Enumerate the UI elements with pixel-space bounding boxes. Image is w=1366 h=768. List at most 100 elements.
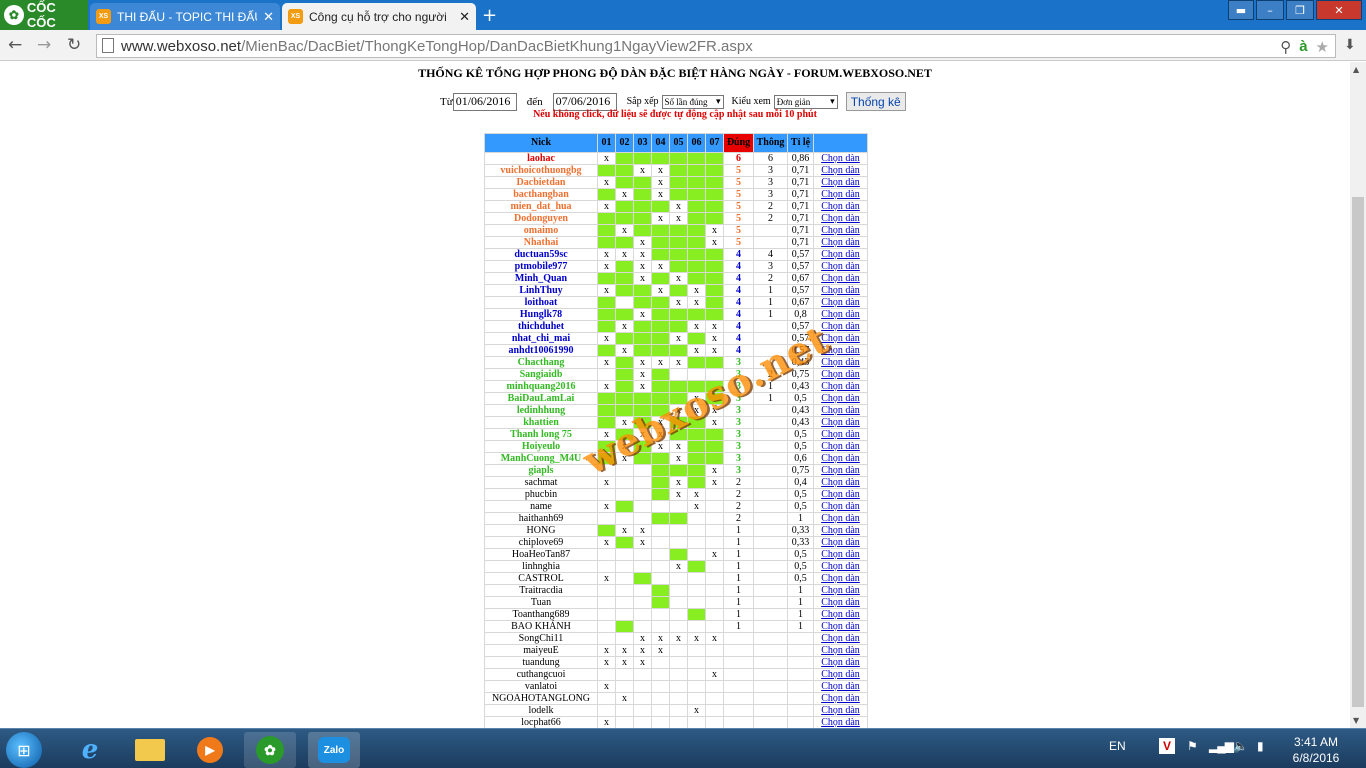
thong-cell: 2 (753, 212, 788, 225)
chon-dan-link[interactable]: Chọn dàn (813, 464, 868, 477)
chon-dan-link[interactable]: Chọn dàn (813, 620, 868, 633)
vietkey-icon[interactable]: V (1159, 738, 1175, 754)
zalo-taskbar-icon[interactable]: Zalo (308, 732, 360, 768)
back-arrow-icon[interactable]: ← (8, 35, 22, 55)
chon-dan-link[interactable]: Chọn dàn (813, 404, 868, 417)
ratio-cell: 0,57 (787, 344, 814, 357)
day-cell (687, 512, 706, 525)
chon-dan-link[interactable]: Chọn dàn (813, 368, 868, 381)
view-select[interactable]: Đơn giản ▾ (773, 94, 838, 109)
scroll-up-icon[interactable]: ▲ (1353, 65, 1359, 74)
chon-dan-link[interactable]: Chọn dàn (813, 152, 868, 165)
chon-dan-link[interactable]: Chọn dàn (813, 224, 868, 237)
chon-dan-link[interactable]: Chọn dàn (813, 440, 868, 453)
tab-cong-cu[interactable]: XS Công cụ hỗ trợ cho người ✕ (282, 3, 476, 30)
from-date-input[interactable]: 01/06/2016 (452, 92, 517, 111)
chon-dan-link[interactable]: Chọn dàn (813, 248, 868, 261)
window-close-icon[interactable]: ✕ (1316, 0, 1362, 20)
chon-dan-link[interactable]: Chọn dàn (813, 512, 868, 525)
close-icon[interactable]: ✕ (459, 9, 470, 25)
user-icon[interactable]: ▬ (1228, 0, 1254, 20)
close-icon[interactable]: ✕ (263, 9, 274, 25)
chon-dan-link[interactable]: Chọn dàn (813, 536, 868, 549)
chon-dan-link[interactable]: Chọn dàn (813, 236, 868, 249)
to-date-input[interactable]: 07/06/2016 (552, 92, 617, 111)
chon-dan-link[interactable]: Chọn dàn (813, 392, 868, 405)
nick-cell: sachmat (484, 476, 598, 489)
sort-select[interactable]: Số lần đúng ▾ (661, 94, 724, 109)
vertical-scrollbar[interactable]: ▲ ▼ (1350, 62, 1366, 728)
day-cell (687, 716, 706, 728)
chon-dan-link[interactable]: Chọn dàn (813, 284, 868, 297)
chon-dan-link[interactable]: Chọn dàn (813, 488, 868, 501)
media-player-taskbar-icon[interactable]: ▶ (184, 732, 236, 768)
chon-dan-link[interactable]: Chọn dàn (813, 596, 868, 609)
day-cell (705, 704, 724, 717)
chon-dan-link[interactable]: Chọn dàn (813, 680, 868, 693)
reload-icon[interactable]: ↻ (67, 35, 81, 55)
zoom-icon[interactable]: ⚲ (1280, 38, 1291, 56)
chon-dan-link[interactable]: Chọn dàn (813, 272, 868, 285)
new-tab-icon[interactable]: + (482, 5, 497, 26)
chon-dan-link[interactable]: Chọn dàn (813, 644, 868, 657)
nick-cell: Sangiaidb (484, 368, 598, 381)
chon-dan-link[interactable]: Chọn dàn (813, 380, 868, 393)
network-icon[interactable]: ▂▄▆ (1209, 739, 1234, 753)
chon-dan-link[interactable]: Chọn dàn (813, 164, 868, 177)
chon-dan-link[interactable]: Chọn dàn (813, 428, 868, 441)
flag-icon[interactable]: ⚑ (1187, 739, 1198, 753)
url-field[interactable]: www.webxoso.net/MienBac/DacBiet/ThongKeT… (96, 34, 1336, 58)
day-cell (687, 644, 706, 657)
chon-dan-link[interactable]: Chọn dàn (813, 704, 868, 717)
chon-dan-link[interactable]: Chọn dàn (813, 716, 868, 728)
chon-dan-link[interactable]: Chọn dàn (813, 476, 868, 489)
day-cell (651, 596, 670, 609)
day-cell (669, 188, 688, 201)
chon-dan-link[interactable]: Chọn dàn (813, 572, 868, 585)
explorer-taskbar-icon[interactable] (124, 732, 176, 768)
coccoc-logo[interactable]: ✿ CỐC CỐC (0, 0, 88, 30)
chon-dan-link[interactable]: Chọn dàn (813, 632, 868, 645)
chon-dan-link[interactable]: Chọn dàn (813, 176, 868, 189)
chon-dan-link[interactable]: Chọn dàn (813, 524, 868, 537)
battery-icon[interactable]: ▮ (1257, 739, 1264, 753)
volume-icon[interactable]: 🔈 (1233, 739, 1248, 753)
chon-dan-link[interactable]: Chọn dàn (813, 416, 868, 429)
chon-dan-link[interactable]: Chọn dàn (813, 260, 868, 273)
ie-taskbar-icon[interactable]: e (64, 732, 116, 768)
chon-dan-link[interactable]: Chọn dàn (813, 500, 868, 513)
chon-dan-link[interactable]: Chọn dàn (813, 692, 868, 705)
chon-dan-link[interactable]: Chọn dàn (813, 296, 868, 309)
bookmark-star-icon[interactable]: ★ (1316, 38, 1329, 56)
ratio-cell: 0,5 (787, 500, 814, 513)
download-icon[interactable]: ⬇ (1344, 37, 1356, 53)
minimize-icon[interactable]: – (1256, 0, 1284, 20)
chon-dan-link[interactable]: Chọn dàn (813, 656, 868, 669)
forward-arrow-icon[interactable]: → (37, 35, 51, 55)
translate-icon[interactable]: à (1299, 38, 1307, 56)
chon-dan-link[interactable]: Chọn dàn (813, 320, 868, 333)
system-clock[interactable]: 3:41 AM 6/8/2016 (1276, 734, 1356, 766)
chon-dan-link[interactable]: Chọn dàn (813, 356, 868, 369)
chon-dan-link[interactable]: Chọn dàn (813, 344, 868, 357)
chon-dan-link[interactable]: Chọn dàn (813, 608, 868, 621)
chon-dan-link[interactable]: Chọn dàn (813, 548, 868, 561)
chon-dan-link[interactable]: Chọn dàn (813, 560, 868, 573)
day-cell (669, 536, 688, 549)
maximize-icon[interactable]: ❐ (1286, 0, 1314, 20)
chon-dan-link[interactable]: Chọn dàn (813, 200, 868, 213)
language-indicator[interactable]: EN (1109, 739, 1126, 753)
chon-dan-link[interactable]: Chọn dàn (813, 332, 868, 345)
chon-dan-link[interactable]: Chọn dàn (813, 452, 868, 465)
chon-dan-link[interactable]: Chọn dàn (813, 188, 868, 201)
chon-dan-link[interactable]: Chọn dàn (813, 668, 868, 681)
chon-dan-link[interactable]: Chọn dàn (813, 308, 868, 321)
chon-dan-link[interactable]: Chọn dàn (813, 212, 868, 225)
scrollbar-thumb[interactable] (1352, 197, 1364, 707)
day-cell (615, 428, 634, 441)
scroll-down-icon[interactable]: ▼ (1353, 716, 1359, 725)
coccoc-taskbar-icon[interactable]: ✿ (244, 732, 296, 768)
start-button[interactable]: ⊞ (6, 732, 42, 768)
tab-thi-dau[interactable]: XS THI ĐẤU - TOPIC THI ĐẤU ✕ (90, 3, 280, 30)
chon-dan-link[interactable]: Chọn dàn (813, 584, 868, 597)
